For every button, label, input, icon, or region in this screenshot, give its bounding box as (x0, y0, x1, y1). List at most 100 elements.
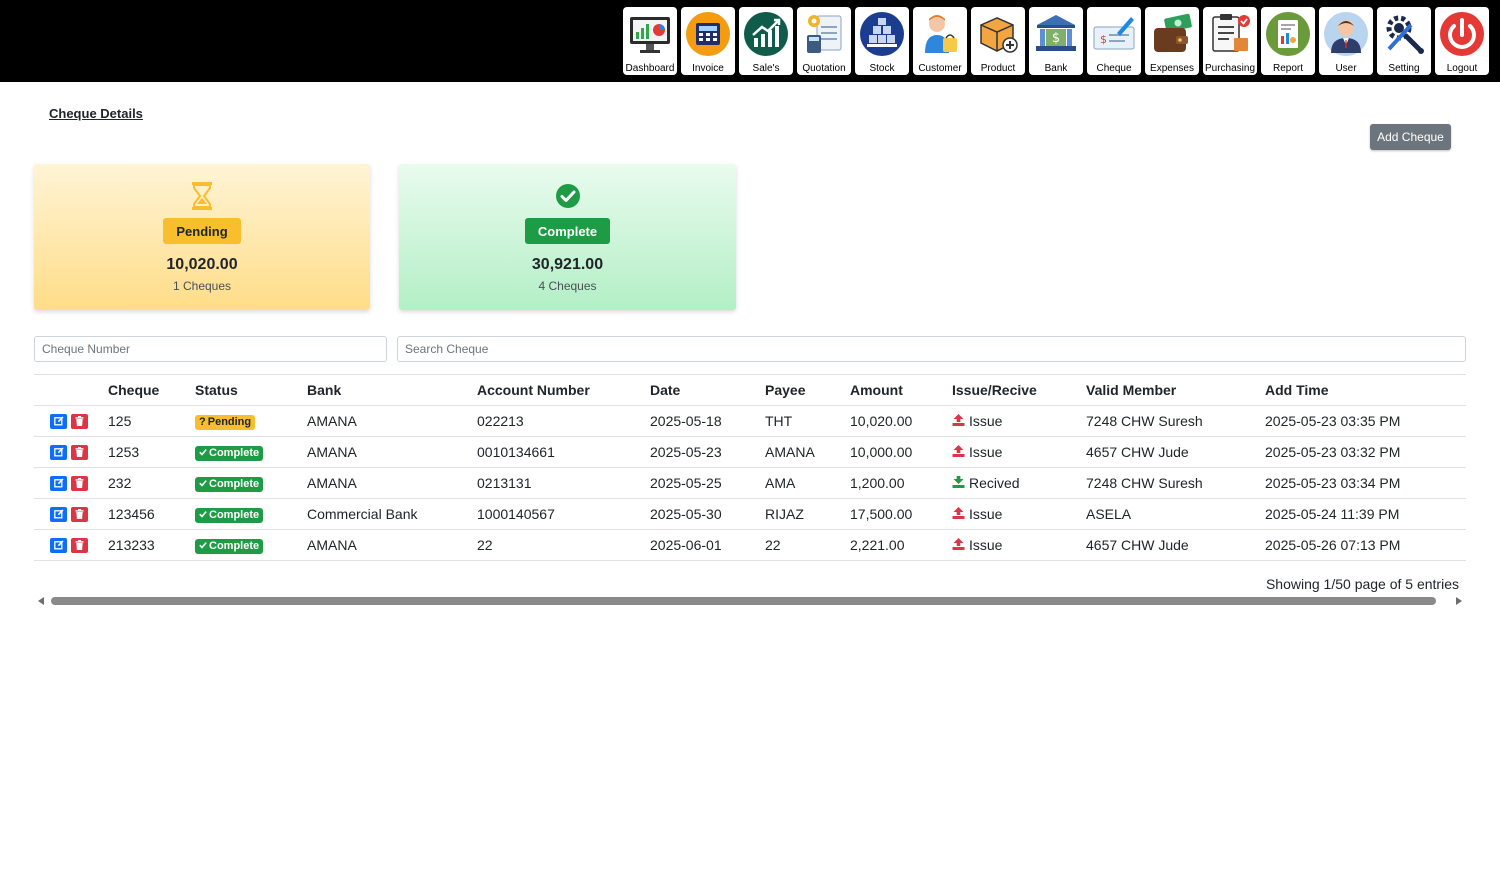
nav-label: Sale's (752, 63, 780, 74)
column-header[interactable]: Payee (765, 374, 850, 406)
cheque-number-cell: 213233 (108, 529, 195, 561)
table-row[interactable]: 1253 Complete AMANA 0010134661 2025-05-23 AMA… (34, 436, 1466, 468)
column-header[interactable]: Cheque (108, 374, 195, 406)
delete-icon[interactable] (71, 444, 88, 460)
setting-icon (1380, 10, 1428, 58)
column-header[interactable]: Amount (850, 374, 952, 406)
valid-member-cell: 7248 CHW Suresh (1086, 467, 1265, 499)
column-header[interactable]: Valid Member (1086, 374, 1265, 406)
edit-icon[interactable] (50, 413, 67, 429)
table-row[interactable]: 125? Pending AMANA 022213 2025-05-18 THT 10,02… (34, 405, 1466, 437)
column-header[interactable]: Bank (307, 374, 477, 406)
delete-icon[interactable] (71, 506, 88, 522)
direction-cell: Issue (952, 498, 1086, 530)
nav-invoice[interactable]: Invoice (681, 7, 735, 75)
status-cell: Complete (195, 467, 307, 499)
nav-customer[interactable]: Customer (913, 7, 967, 75)
date-cell: 2025-05-25 (650, 467, 765, 499)
column-header[interactable]: Add Time (1265, 374, 1466, 406)
nav-label: Setting (1388, 63, 1420, 74)
pagination-summary: Showing 1/50 page of 5 entries (1265, 576, 1459, 592)
nav-quotation[interactable]: Quotation (797, 7, 851, 75)
nav-sales[interactable]: Sale's (739, 7, 793, 75)
download-icon (952, 475, 965, 491)
account-number-cell: 022213 (477, 405, 650, 437)
table-row[interactable]: 232 Complete AMANA 0213131 2025-05-25 AMA 1,20… (34, 467, 1466, 499)
direction-label: Issue (969, 444, 1003, 460)
add-time-cell: 2025-05-26 07:13 PM (1265, 529, 1466, 561)
nav-bank[interactable]: $ Bank (1029, 7, 1083, 75)
check-icon (199, 447, 207, 459)
complete-badge: Complete (524, 218, 611, 244)
nav-dashboard[interactable]: Dashboard (623, 7, 677, 75)
nav-logout[interactable]: Logout (1435, 7, 1489, 75)
nav-stock[interactable]: Stock (855, 7, 909, 75)
upload-icon (952, 413, 965, 429)
status-badge: Complete (195, 476, 264, 492)
table-row[interactable]: 213233 Complete AMANA 22 2025-06-01 22 2,221.0… (34, 529, 1466, 561)
status-cell: Complete (195, 498, 307, 530)
scrollbar-thumb[interactable] (51, 597, 1436, 605)
nav-setting[interactable]: Setting (1377, 7, 1431, 75)
row-actions (34, 436, 108, 468)
table-header-row: Cheque Status Bank Account Number Date P… (34, 374, 1466, 406)
search-cheque-input[interactable] (397, 336, 1466, 362)
bank-cell: AMANA (307, 467, 477, 499)
valid-member-cell: ASELA (1086, 498, 1265, 530)
upload-icon (952, 537, 965, 553)
status-label: Complete (209, 447, 260, 460)
direction-cell: Recived (952, 467, 1086, 499)
column-header[interactable]: Date (650, 374, 765, 406)
add-time-cell: 2025-05-23 03:35 PM (1265, 405, 1466, 437)
horizontal-scrollbar[interactable] (34, 594, 1466, 608)
nav-label: Customer (918, 63, 962, 74)
delete-icon[interactable] (71, 475, 88, 491)
direction-label: Recived (969, 475, 1020, 491)
account-number-cell: 22 (477, 529, 650, 561)
edit-icon[interactable] (50, 475, 67, 491)
status-cell: ? Pending (195, 405, 307, 437)
bank-cell: AMANA (307, 436, 477, 468)
upload-icon (952, 506, 965, 522)
top-navbar: Dashboard Invoice Sale's Quotation Stock (0, 0, 1500, 82)
svg-text:$: $ (1100, 33, 1107, 46)
expenses-icon (1148, 10, 1196, 58)
nav-user[interactable]: User (1319, 7, 1373, 75)
sales-icon (742, 10, 790, 58)
cheque-number-input[interactable] (34, 336, 387, 362)
scroll-left-arrow-icon[interactable] (38, 597, 44, 605)
column-header[interactable]: Account Number (477, 374, 650, 406)
nav-label: User (1335, 63, 1357, 74)
nav-purchasing[interactable]: Purchasing (1203, 7, 1257, 75)
nav-expenses[interactable]: Expenses (1145, 7, 1199, 75)
bank-cell: AMANA (307, 529, 477, 561)
scroll-right-arrow-icon[interactable] (1456, 597, 1462, 605)
cheque-number-cell: 1253 (108, 436, 195, 468)
edit-icon[interactable] (50, 537, 67, 553)
amount-cell: 1,200.00 (850, 467, 952, 499)
table-row[interactable]: 123456 Complete Commercial Bank 1000140567 2… (34, 498, 1466, 530)
delete-icon[interactable] (71, 537, 88, 553)
account-number-cell: 1000140567 (477, 498, 650, 530)
add-cheque-button[interactable]: Add Cheque (1370, 124, 1451, 150)
stock-icon (858, 10, 906, 58)
status-label: Complete (209, 509, 260, 522)
edit-icon[interactable] (50, 444, 67, 460)
check-circle-icon (555, 181, 581, 211)
check-icon (199, 509, 207, 521)
nav-report[interactable]: Report (1261, 7, 1315, 75)
edit-icon[interactable] (50, 506, 67, 522)
nav-product[interactable]: Product (971, 7, 1025, 75)
status-label: Complete (209, 540, 260, 553)
delete-icon[interactable] (71, 413, 88, 429)
nav-label: Bank (1044, 63, 1068, 74)
nav-cheque[interactable]: $ Cheque (1087, 7, 1141, 75)
bank-cell: Commercial Bank (307, 498, 477, 530)
pending-summary-card: Pending 10,020.00 1 Cheques (34, 164, 370, 310)
status-badge: Complete (195, 538, 264, 554)
date-cell: 2025-05-23 (650, 436, 765, 468)
pending-badge: Pending (163, 218, 241, 244)
direction-cell: Issue (952, 405, 1086, 437)
column-header[interactable]: Status (195, 374, 307, 406)
column-header[interactable]: Issue/Recive (952, 374, 1086, 406)
